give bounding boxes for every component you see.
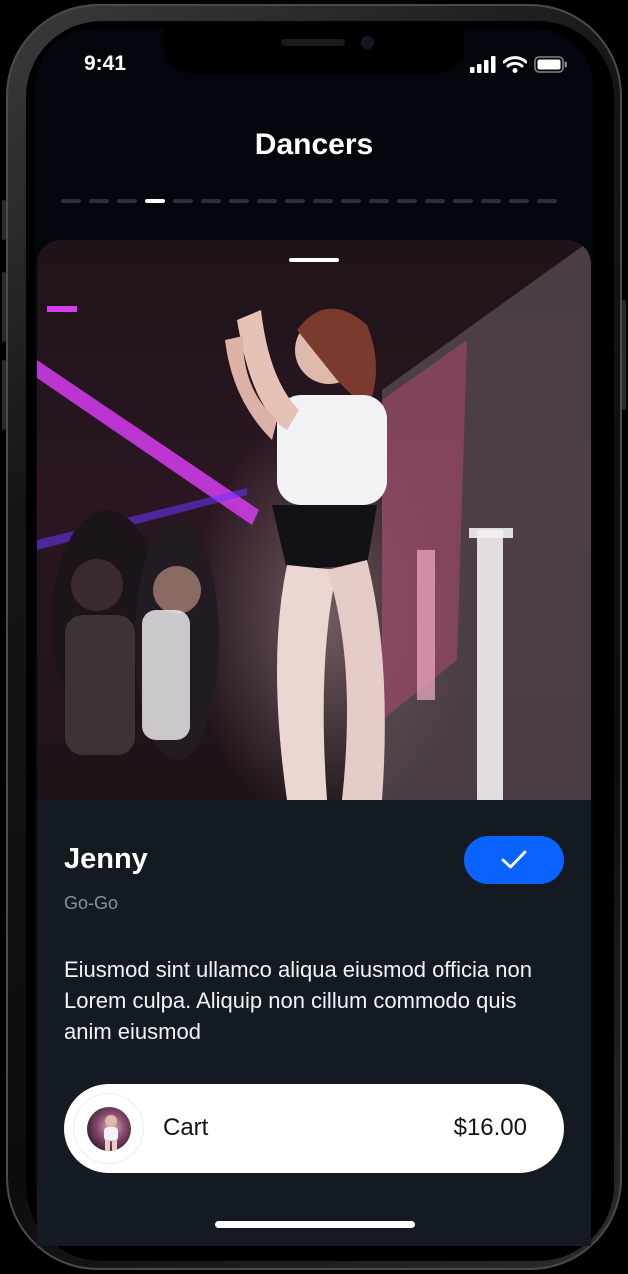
- front-camera: [361, 36, 374, 49]
- page-dot[interactable]: [257, 199, 277, 203]
- wifi-icon: [503, 55, 527, 73]
- power-button: [622, 300, 626, 410]
- page-title: Dancers: [254, 128, 374, 161]
- dancer-name: Jenny: [64, 843, 148, 875]
- cart-thumbnail-ring: [74, 1094, 143, 1163]
- drag-handle[interactable]: [289, 258, 339, 262]
- page-dot[interactable]: [453, 199, 473, 203]
- volume-up-button: [2, 272, 6, 342]
- dancer-photo: [37, 240, 591, 800]
- page-indicator: [61, 199, 557, 203]
- battery-icon: [534, 55, 567, 73]
- page-dot[interactable]: [509, 199, 529, 203]
- page-dot[interactable]: [313, 199, 333, 203]
- photo-illustration: [37, 240, 591, 800]
- page-dot[interactable]: [397, 199, 417, 203]
- dancer-description: Eiusmod sint ullamco aliqua eiusmod offi…: [64, 957, 532, 1044]
- cart-bar[interactable]: Cart $16.00: [64, 1084, 564, 1173]
- page-dot[interactable]: [229, 199, 249, 203]
- cart-total: $16.00: [453, 1114, 527, 1141]
- cart-thumbnail: [86, 1106, 131, 1151]
- page-dot[interactable]: [201, 199, 221, 203]
- page-dot[interactable]: [425, 199, 445, 203]
- signal-icon: [470, 55, 496, 73]
- cart-label: Cart: [163, 1114, 209, 1141]
- dancer-category: Go-Go: [64, 893, 119, 913]
- page-dot[interactable]: [117, 199, 137, 203]
- checkmark-icon: [501, 850, 527, 869]
- notch: [164, 29, 464, 73]
- page-dot[interactable]: [173, 199, 193, 203]
- page-dot[interactable]: [89, 199, 109, 203]
- page-dot[interactable]: [481, 199, 501, 203]
- speaker: [281, 39, 345, 46]
- page-dot[interactable]: [145, 199, 165, 203]
- home-indicator[interactable]: [215, 1221, 415, 1228]
- page-dot[interactable]: [61, 199, 81, 203]
- select-dancer-button[interactable]: [464, 836, 564, 884]
- page-dot[interactable]: [537, 199, 557, 203]
- status-icons: [470, 54, 568, 74]
- page-dot[interactable]: [369, 199, 389, 203]
- page-dot[interactable]: [341, 199, 361, 203]
- status-time: 9:41: [84, 52, 127, 75]
- volume-down-button: [2, 360, 6, 430]
- page-dot[interactable]: [285, 199, 305, 203]
- mute-switch: [2, 200, 6, 240]
- cart-thumbnail-illustration: [103, 1114, 118, 1151]
